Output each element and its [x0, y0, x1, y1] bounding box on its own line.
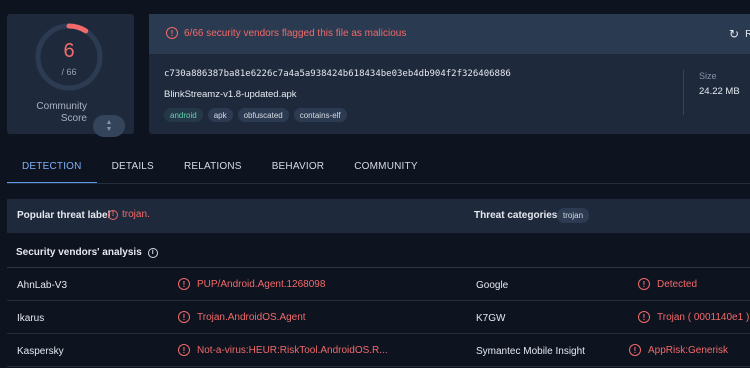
file-summary-card: ! 6/66 security vendors flagged this fil…: [149, 14, 750, 134]
file-hash[interactable]: c730a886387ba81e6226c7a4a5a938424b618434…: [164, 69, 511, 79]
tab-community[interactable]: COMMUNITY: [339, 150, 432, 184]
vendor-result: ! Trojan.AndroidOS.Agent: [178, 311, 306, 323]
file-name: BlinkStreamz-v1.8-updated.apk: [164, 89, 297, 100]
detection-score-card: 6 / 66 Community Score ▲ ▼: [7, 14, 134, 137]
alert-circle-icon: !: [166, 27, 178, 39]
alert-circle-icon: !: [629, 344, 641, 356]
vendor-result: ! Not-a-virus:HEUR:RiskTool.AndroidOS.R.…: [178, 344, 388, 356]
popular-threat-label: Popular threat label: [17, 210, 111, 221]
refresh-icon: ↻: [729, 27, 740, 41]
tab-details[interactable]: DETAILS: [97, 150, 169, 184]
tag-android[interactable]: android: [164, 108, 203, 122]
vendor-name: Google: [476, 280, 509, 291]
vendors-analysis-title: Security vendors' analysis i: [16, 247, 158, 258]
malicious-alert-text: 6/66 security vendors flagged this file …: [184, 28, 407, 39]
alert-circle-icon: !: [638, 278, 650, 290]
divider: [683, 70, 684, 115]
vendor-name: Kaspersky: [17, 346, 64, 357]
vendor-result: ! PUP/Android.Agent.1268098: [178, 278, 325, 290]
alert-circle-icon: !: [178, 311, 190, 323]
vendor-row: Ikarus ! Trojan.AndroidOS.Agent K7GW ! T…: [7, 301, 750, 334]
alert-circle-icon: !: [108, 209, 118, 220]
vendor-name: K7GW: [476, 313, 506, 324]
vendor-name: Ikarus: [17, 313, 45, 324]
tab-behavior[interactable]: BEHAVIOR: [257, 150, 340, 184]
threat-category-tag[interactable]: trojan: [557, 208, 590, 223]
tag-contains-elf[interactable]: contains-elf: [293, 108, 347, 122]
tab-detection[interactable]: DETECTION: [7, 150, 97, 184]
community-score-label: Community Score: [36, 101, 87, 124]
vendor-result: ! Trojan ( 0001140e1 ): [638, 311, 749, 323]
alert-circle-icon: !: [178, 278, 190, 290]
threat-categories-label: Threat categories: [474, 210, 558, 221]
detection-total: / 66: [61, 67, 77, 77]
alert-circle-icon: !: [638, 311, 650, 323]
tab-bar-divider: [7, 183, 750, 184]
size-value: 24.22 MB: [699, 86, 740, 97]
tag-apk[interactable]: apk: [207, 108, 233, 122]
tab-relations[interactable]: RELATIONS: [169, 150, 257, 184]
community-score-badge[interactable]: ▲ ▼: [93, 115, 125, 137]
file-tags: android apk obfuscated contains-elf: [164, 108, 347, 122]
vendor-row: AhnLab-V3 ! PUP/Android.Agent.1268098 Go…: [7, 268, 750, 301]
tab-bar: DETECTION DETAILS RELATIONS BEHAVIOR COM…: [7, 150, 433, 184]
up-down-arrows-icon: ▲ ▼: [105, 119, 113, 133]
tag-obfuscated[interactable]: obfuscated: [237, 108, 289, 122]
threat-summary-row: Popular threat label ! trojan. Threat ca…: [7, 199, 750, 233]
vendor-name: AhnLab-V3: [17, 280, 68, 291]
vendor-result: ! AppRisk:Generisk: [629, 344, 728, 356]
vendor-row: Kaspersky ! Not-a-virus:HEUR:RiskTool.An…: [7, 334, 750, 367]
popular-threat-value[interactable]: ! trojan.: [108, 209, 150, 220]
alert-circle-icon: !: [178, 344, 190, 356]
vendor-name: Symantec Mobile Insight: [476, 346, 585, 357]
malicious-alert-bar: ! 6/66 security vendors flagged this fil…: [149, 14, 750, 54]
vendor-result: ! Detected: [638, 278, 697, 290]
size-label: Size: [699, 71, 717, 81]
reanalyze-button[interactable]: ↻ R: [729, 26, 750, 42]
info-icon[interactable]: i: [147, 247, 158, 258]
detection-count: 6: [63, 40, 75, 62]
